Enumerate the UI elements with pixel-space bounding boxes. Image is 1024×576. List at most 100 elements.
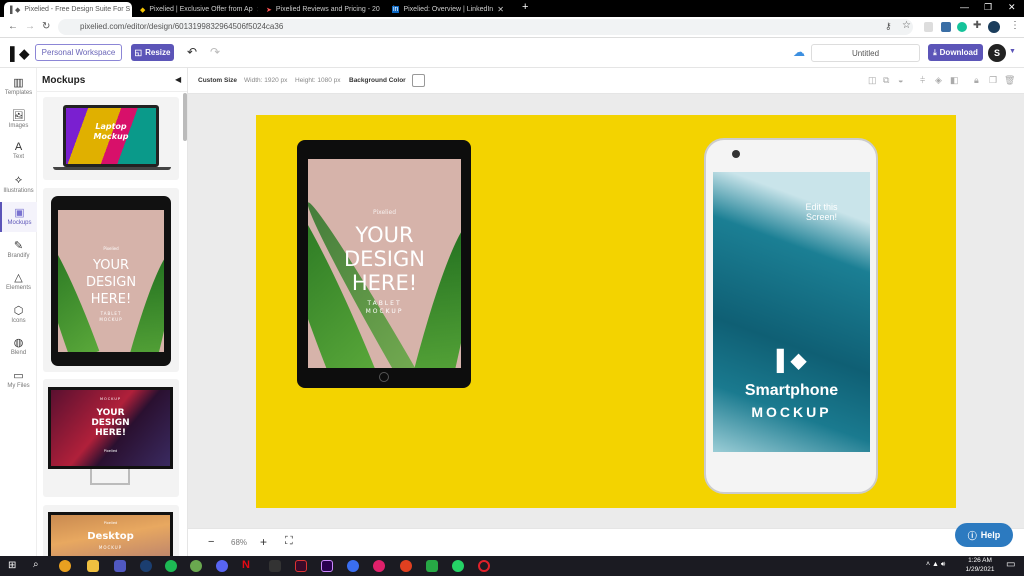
extensions-puzzle-icon[interactable]: ✚ — [973, 20, 981, 31]
mockup-card-monitor[interactable]: MOCKUP YOUR DESIGN HERE! Pixelied — [43, 379, 179, 497]
url-input[interactable]: pixelied.com/editor/design/6013199832964… — [58, 19, 913, 35]
forward-icon[interactable]: → — [25, 21, 35, 32]
browser-tab[interactable]: in Pixelied: Overview | LinkedIn ✕ — [386, 2, 510, 17]
help-label: Help — [980, 530, 1001, 540]
flip-icon[interactable]: ◧ — [950, 75, 959, 86]
sidebar-item-templates[interactable]: ▥ Templates — [0, 72, 37, 102]
fullscreen-icon[interactable]: ⛶ — [285, 535, 293, 548]
new-tab-button[interactable]: + — [522, 1, 528, 13]
file-explorer-icon[interactable] — [87, 560, 99, 572]
panel-scrollbar[interactable] — [183, 93, 187, 141]
system-tray-icons[interactable]: ˄ ▲ 🔊︎ — [926, 561, 945, 569]
address-bar-row: ← → ↻ pixelied.com/editor/design/6013199… — [0, 17, 1024, 38]
design-title-input[interactable]: Untitled — [811, 44, 920, 62]
redo-icon[interactable]: ↷ — [210, 45, 220, 59]
zoom-out-button[interactable]: − — [208, 536, 214, 548]
custom-size-button[interactable]: Custom Size — [198, 77, 237, 84]
layers-icon[interactable]: ◈ — [935, 75, 942, 86]
download-button[interactable]: ⤓ Download — [928, 44, 983, 61]
sidebar-item-brandify[interactable]: ✎ Brandify — [0, 235, 37, 265]
grammarly-icon[interactable] — [957, 22, 967, 32]
trash-icon[interactable]: 🗑︎ — [1004, 75, 1015, 86]
sidebar-item-icons[interactable]: ⬡ Icons — [0, 300, 37, 330]
account-dropdown-icon[interactable]: ▼ — [1009, 48, 1016, 55]
vpn-icon[interactable] — [347, 560, 359, 572]
sidebar-item-blend[interactable]: ◍ Blend — [0, 332, 37, 362]
help-button[interactable]: ⓘ Help — [955, 523, 1013, 547]
chrome-icon[interactable] — [59, 560, 71, 572]
camera-icon — [732, 150, 740, 158]
search-icon[interactable]: ⌕ — [33, 559, 39, 570]
phone-text: Smartphone — [744, 382, 839, 399]
close-window-icon[interactable]: ✕ — [1008, 2, 1016, 13]
steam-icon[interactable] — [140, 560, 152, 572]
close-tab-icon[interactable]: ✕ — [257, 5, 258, 14]
browser-tab[interactable]: ➤Pixelied Reviews and Pricing - 20 ✕ — [260, 2, 384, 17]
bookmark-star-icon[interactable]: ☆ — [902, 20, 911, 31]
sidebar-item-mockups[interactable]: ▣ Mockups — [0, 202, 37, 232]
undo-icon[interactable]: ↶ — [187, 45, 197, 59]
sidebar-item-elements[interactable]: △ Elements — [0, 267, 37, 297]
opera-icon[interactable] — [478, 560, 490, 572]
card-text: MOCKUP — [98, 545, 123, 550]
tablet-mockup[interactable]: Pixelied YOUR DESIGN HERE! TABLET MOCKUP — [297, 140, 471, 388]
sidebar-item-my-files[interactable]: ▭ My Files — [0, 365, 37, 395]
resize-button[interactable]: ◱ Resize — [131, 44, 174, 61]
extension-icon[interactable] — [941, 22, 951, 32]
zoom-level[interactable]: 68% — [231, 538, 247, 547]
workspace-button[interactable]: Personal Workspace — [35, 44, 122, 61]
clock-date[interactable]: 1/29/2021 — [963, 566, 997, 573]
browser-tab[interactable]: ◆Pixelied | Exclusive Offer from Ap ✕ — [134, 2, 258, 17]
reload-icon[interactable]: ↻ — [42, 21, 50, 32]
sidebar-item-images[interactable]: 🖼 Images — [0, 105, 37, 135]
width-field[interactable]: Width: 1920 px — [244, 77, 287, 84]
utorrent-icon[interactable] — [190, 560, 202, 572]
back-icon[interactable]: ← — [8, 21, 18, 32]
phone-mockup[interactable]: Edit this Screen! ▌◆ Smartphone MOCKUP — [704, 138, 878, 494]
whatsapp-icon[interactable] — [452, 560, 464, 572]
sidebar-item-illustrations[interactable]: ⟡ Illustrations — [0, 170, 37, 200]
mockup-card-tablet[interactable]: Pixelied YOUR DESIGN HERE! TABLET MOCKUP — [43, 188, 179, 372]
collapse-panel-icon[interactable]: ◀ — [175, 75, 181, 84]
opacity-icon[interactable]: ◒ — [898, 75, 903, 85]
tablet-text: MOCKUP — [365, 308, 404, 315]
clock-time[interactable]: 1:26 AM — [965, 557, 995, 564]
maximize-icon[interactable]: ❐ — [984, 2, 992, 13]
pixelied-logo[interactable]: ▌◆ — [10, 46, 29, 62]
browser-tab[interactable]: ▌◆Pixelied - Free Design Suite For S✕ — [4, 2, 132, 17]
notifications-icon[interactable]: ▭ — [1006, 559, 1015, 570]
key-icon[interactable]: ⚷ — [885, 21, 892, 32]
mockup-card-laptop[interactable]: Laptop Mockup — [43, 97, 179, 180]
sidebar-item-text[interactable]: A Text — [0, 137, 37, 167]
design-canvas[interactable]: Pixelied YOUR DESIGN HERE! TABLET MOCKUP… — [256, 115, 956, 508]
epic-games-icon[interactable] — [269, 560, 281, 572]
background-color-swatch[interactable] — [412, 74, 425, 87]
copy-icon[interactable]: ❐ — [989, 75, 997, 86]
browser-menu-icon[interactable]: ⋮ — [1010, 20, 1020, 31]
tab-label: Pixelied: Overview | LinkedIn — [403, 6, 494, 13]
windows-start-icon[interactable]: ⊞ — [8, 560, 16, 571]
premiere-icon[interactable] — [321, 560, 333, 572]
user-avatar[interactable]: S — [988, 44, 1006, 62]
teams-icon[interactable] — [114, 560, 126, 572]
height-field[interactable]: Height: 1080 px — [295, 77, 341, 84]
card-text: MOCKUP — [99, 397, 122, 401]
fiverr-icon[interactable] — [426, 560, 438, 572]
lock-icon[interactable]: 🔒︎ — [974, 75, 979, 86]
spotify-icon[interactable] — [165, 560, 177, 572]
close-tab-icon[interactable]: ✕ — [497, 5, 504, 14]
minimize-icon[interactable]: — — [960, 2, 969, 12]
vegas-icon[interactable] — [295, 560, 307, 572]
position-icon[interactable]: ⫩ — [920, 75, 925, 86]
profile-avatar[interactable] — [988, 21, 1000, 33]
shield-extension-icon[interactable] — [924, 22, 933, 32]
card-text: DESIGN — [85, 275, 137, 290]
netflix-icon[interactable]: N — [242, 559, 254, 571]
zoom-in-button[interactable]: + — [260, 535, 267, 549]
app-icon[interactable] — [400, 560, 412, 572]
favicon-icon: ➤ — [266, 6, 272, 14]
discord-icon[interactable] — [216, 560, 228, 572]
align-icon[interactable]: ◫ — [868, 75, 877, 86]
app-icon[interactable] — [373, 560, 385, 572]
duplicate-layer-icon[interactable]: ⧉ — [883, 75, 889, 86]
